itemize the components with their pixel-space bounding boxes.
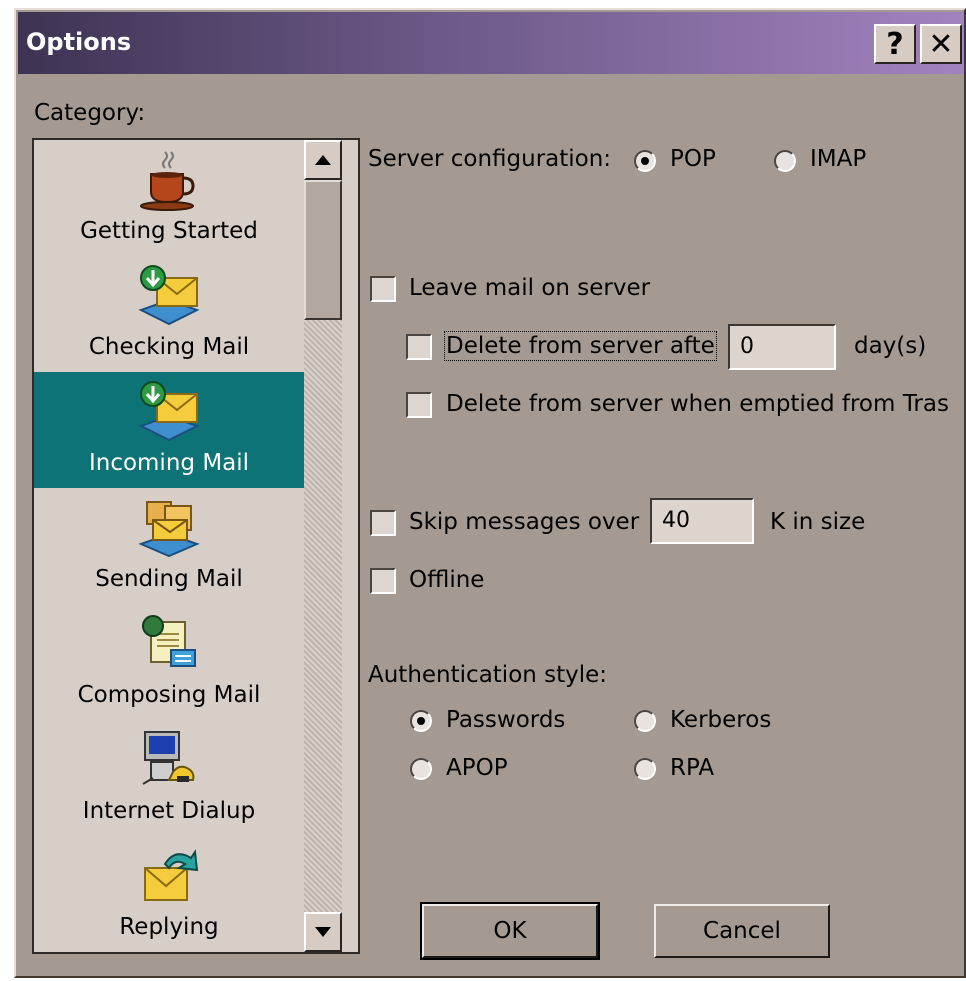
category-scrollbar[interactable] [304, 140, 342, 952]
apop-label[interactable]: APOP [446, 755, 508, 781]
close-button[interactable]: ✕ [920, 24, 962, 64]
delete-trash-checkbox[interactable] [406, 392, 432, 418]
arrow-down-icon [315, 927, 331, 937]
imap-radio[interactable] [774, 150, 796, 172]
composing-document-icon [142, 615, 196, 667]
mail-packages-icon [138, 501, 200, 558]
category-item-label: Incoming Mail [88, 450, 250, 476]
computer-phone-icon [142, 731, 195, 785]
mail-download-icon [138, 381, 200, 442]
reply-envelope-icon [144, 849, 199, 901]
kerberos-label[interactable]: Kerberos [670, 707, 771, 733]
category-item-getting-started[interactable]: Getting Started [34, 140, 304, 256]
category-item-sending-mail[interactable]: Sending Mail [34, 488, 304, 604]
leave-mail-label[interactable]: Leave mail on server [409, 275, 650, 301]
apop-radio[interactable] [410, 758, 432, 780]
category-item-label: Sending Mail [95, 566, 243, 592]
delete-after-days-input[interactable]: 0 [728, 324, 836, 370]
days-unit-label: day(s) [854, 333, 927, 359]
leave-mail-checkbox[interactable] [370, 276, 396, 302]
skip-size-input[interactable]: 40 [650, 498, 754, 544]
category-item-label: Internet Dialup [82, 798, 256, 824]
category-item-checking-mail[interactable]: Checking Mail [34, 256, 304, 372]
server-config-label: Server configuration: [368, 146, 612, 172]
radio-selected-dot [417, 717, 425, 725]
offline-checkbox[interactable] [370, 568, 396, 594]
size-unit-label: K in size [770, 509, 866, 535]
passwords-label[interactable]: Passwords [446, 707, 565, 733]
passwords-radio[interactable] [410, 710, 432, 732]
category-item-label: Replying [119, 914, 219, 940]
pop-label[interactable]: POP [670, 146, 716, 172]
scroll-down-button[interactable] [304, 912, 342, 952]
arrow-up-icon [315, 155, 331, 165]
rpa-radio[interactable] [634, 758, 656, 780]
category-item-label: Checking Mail [88, 334, 250, 360]
auth-style-label: Authentication style: [368, 662, 608, 688]
cancel-button[interactable]: Cancel [654, 904, 830, 958]
skip-messages-label[interactable]: Skip messages over [409, 509, 639, 535]
category-item-incoming-mail[interactable]: Incoming Mail [34, 372, 304, 488]
scroll-up-button[interactable] [304, 140, 342, 180]
delete-after-checkbox[interactable] [406, 334, 432, 360]
delete-after-label[interactable]: Delete from server afte [444, 331, 717, 361]
radio-selected-dot [641, 157, 649, 165]
category-item-internet-dialup[interactable]: Internet Dialup [34, 720, 304, 836]
title-bar[interactable]: Options ? ✕ [18, 12, 964, 74]
category-item-label: Composing Mail [77, 682, 261, 708]
mail-download-icon [138, 265, 200, 326]
category-item-label: Getting Started [80, 218, 258, 244]
skip-messages-checkbox[interactable] [370, 510, 396, 536]
kerberos-radio[interactable] [634, 710, 656, 732]
category-list[interactable]: Getting Started Checking Mail Incoming M… [32, 138, 360, 954]
pop-radio[interactable] [634, 150, 656, 172]
delete-trash-label[interactable]: Delete from server when emptied from Tra… [446, 391, 949, 417]
category-item-composing-mail[interactable]: Composing Mail [34, 604, 304, 720]
coffee-cup-icon [140, 151, 195, 211]
ok-button[interactable]: OK [422, 904, 598, 958]
window-title: Options [26, 28, 132, 56]
category-item-replying[interactable]: Replying [34, 836, 304, 952]
scroll-thumb[interactable] [304, 180, 342, 320]
category-label: Category: [34, 100, 146, 126]
imap-label[interactable]: IMAP [810, 146, 866, 172]
offline-label[interactable]: Offline [409, 567, 484, 593]
options-dialog: Options ? ✕ Category: Getting Started Ch… [14, 8, 966, 978]
help-button[interactable]: ? [874, 24, 916, 64]
rpa-label[interactable]: RPA [670, 755, 714, 781]
